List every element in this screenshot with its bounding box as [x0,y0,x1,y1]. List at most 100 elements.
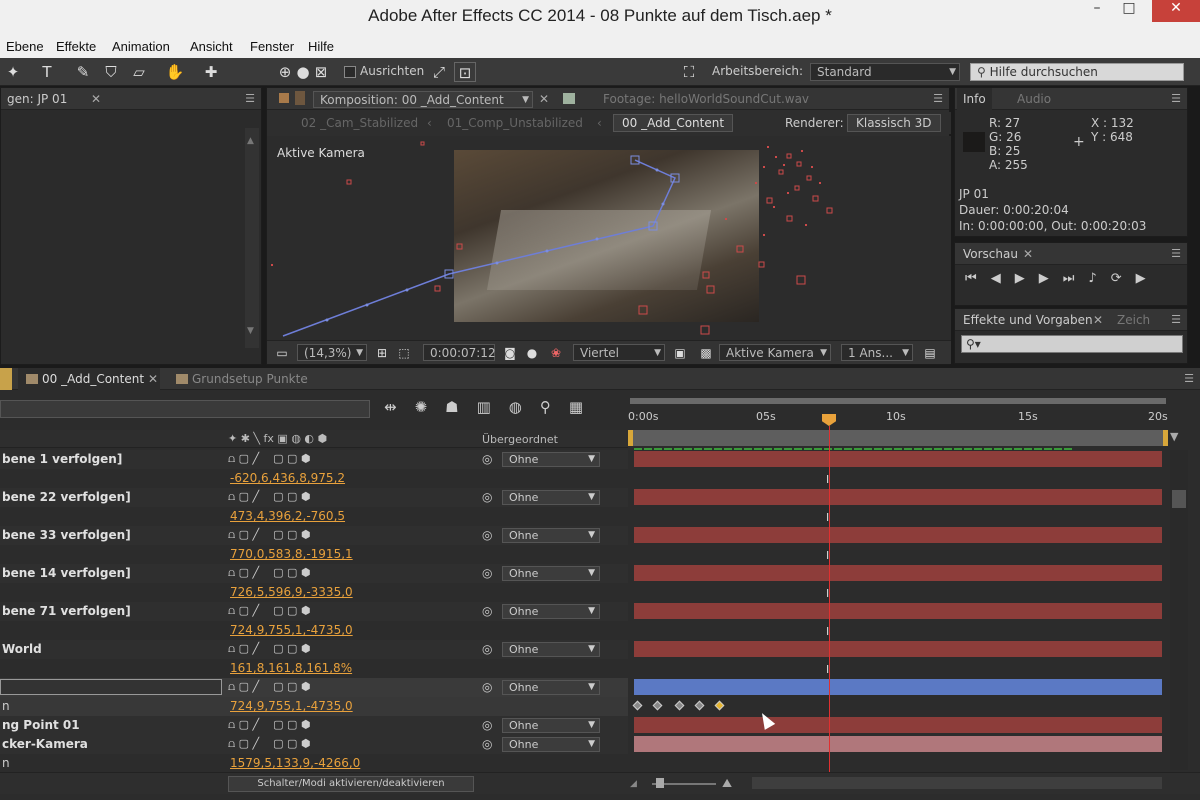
breadcrumb-item[interactable]: 01_Comp_Unstabilized [447,116,583,130]
layer-switches[interactable]: ⩍ ▢ ╱ ▢ ▢ ⬢ [228,452,311,466]
pickwhip-icon[interactable]: ◎ [482,737,492,751]
play-icon[interactable]: ▶ [1015,271,1039,286]
tab-zeich[interactable]: Zeich [1111,309,1156,331]
minimize-button[interactable]: – [1082,0,1112,22]
pickwhip-icon[interactable]: ◎ [482,680,492,694]
next-frame-icon[interactable]: ▶ [1039,271,1063,286]
menu-effekte[interactable]: Effekte [56,39,96,54]
roto-brush-icon[interactable]: ✋ [164,62,186,82]
color-channels-icon[interactable]: ❀ [545,343,567,363]
property-value[interactable]: 724,9,755,1,-4735,0 [230,623,353,637]
lock-icon[interactable] [279,93,289,103]
menu-animation[interactable]: Animation [112,39,170,54]
layer-duration-bar[interactable] [634,451,1162,467]
scroll-up-icon[interactable]: ▲ [247,136,254,146]
tab-grundsetup[interactable]: Grundsetup Punkte [168,368,308,390]
last-frame-icon[interactable]: ⏭ [1063,271,1089,286]
parent-select[interactable]: Ohne ▼ [502,718,600,733]
maximize-button[interactable]: □ [1114,0,1144,22]
scrollbar[interactable]: ▲ ▼ [245,128,259,348]
property-value[interactable]: 473,4,396,2,-760,5 [230,509,345,523]
timeline-scrollbar[interactable] [1170,450,1188,770]
horizontal-scrollbar[interactable] [752,777,1162,789]
pickwhip-icon[interactable]: ◎ [482,604,492,618]
pickwhip-icon[interactable]: ◎ [482,490,492,504]
menu-fenster[interactable]: Fenster [250,39,294,54]
shy-icon[interactable]: ☗ [445,398,476,416]
close-icon[interactable]: ✕ [148,372,158,386]
keyframe-diamond[interactable] [674,700,685,711]
region-icon[interactable]: ▭ [271,343,293,363]
close-icon[interactable]: ✕ [539,92,549,106]
ram-preview-icon[interactable]: ▶ [1136,271,1160,286]
transparency-icon[interactable]: ▩ [695,343,717,363]
layer-duration-bar[interactable] [634,736,1162,752]
menu-ebene[interactable]: Ebene [6,39,44,54]
parent-select[interactable]: Ohne ▼ [502,566,600,581]
tab-add-content[interactable]: 00 _Add_Content ✕ [18,368,160,390]
layer-name[interactable]: bene 33 verfolgen] [2,528,131,542]
parent-select[interactable]: Ohne ▼ [502,490,600,505]
property-value[interactable]: 726,5,596,9,-3335,0 [230,585,353,599]
layer-row[interactable]: bene 33 verfolgen] ⩍ ▢ ╱ ▢ ▢ ⬢ ◎ Ohne ▼ [0,526,628,545]
pickwhip-icon[interactable]: ◎ [482,528,492,542]
layer-duration-bar[interactable] [634,565,1162,581]
panel-menu-icon[interactable]: ☰ [1171,247,1181,260]
composition-select[interactable]: Komposition: 00 _Add_Content ▼ [313,91,533,108]
layer-switches[interactable]: ⩍ ▢ ╱ ▢ ▢ ⬢ [228,604,311,618]
parent-select[interactable]: Ohne ▼ [502,680,600,695]
layout-icon[interactable]: ▤ [919,343,941,363]
layer-name[interactable]: bene 22 verfolgen] [2,490,131,504]
resolution-select[interactable]: Viertel ▼ [573,344,665,361]
viewer-canvas[interactable]: Aktive Kamera [267,136,951,340]
eraser-tool-icon[interactable]: ▱ [128,62,150,82]
layer-duration-bar[interactable] [634,641,1162,657]
keyframe-diamond[interactable] [652,700,663,711]
prev-frame-icon[interactable]: ◀ [991,271,1015,286]
first-frame-icon[interactable]: ⏮ [965,271,991,286]
keyframe-diamond[interactable] [632,700,643,711]
panel-menu-icon[interactable]: ☰ [933,92,943,105]
pickwhip-icon[interactable]: ◎ [482,718,492,732]
effects-search-input[interactable]: ⚲▾ [961,335,1183,353]
menu-ansicht[interactable]: Ansicht [190,39,233,54]
breadcrumb-current[interactable]: 00 _Add_Content [613,114,734,132]
layer-row[interactable]: bene 1 verfolgen] ⩍ ▢ ╱ ▢ ▢ ⬢ ◎ Ohne ▼ [0,450,628,469]
layer-duration-bar[interactable] [634,527,1162,543]
work-area-start-handle[interactable] [628,430,633,446]
audio-icon[interactable]: ♪ [1088,271,1110,286]
pin-tool-icon[interactable]: ✚ [200,62,222,82]
layer-row[interactable]: World ⩍ ▢ ╱ ▢ ▢ ⬢ ◎ Ohne ▼ [0,640,628,659]
property-value[interactable]: 161,8,161,8,161,8% [230,661,352,675]
zoom-slider-thumb[interactable] [656,778,664,788]
layer-row[interactable]: ng Point 01 ⩍ ▢ ╱ ▢ ▢ ⬢ ◎ Ohne ▼ [0,716,628,735]
layer-name[interactable]: ng Point 01 [2,718,80,732]
brush-tool-icon[interactable]: ✎ [72,62,94,82]
layer-search-input[interactable] [0,400,370,418]
workspace-select[interactable]: Standard ▼ [810,63,960,81]
layer-name[interactable]: bene 71 verfolgen] [2,604,131,618]
parent-select[interactable]: Ohne ▼ [502,642,600,657]
motion-blur-icon[interactable]: ◍ [509,398,540,416]
panel-menu-icon[interactable]: ☰ [1171,92,1181,105]
zoom-out-icon[interactable]: ◢ [630,779,642,789]
parent-select[interactable]: Ohne ▼ [502,737,600,752]
layer-row[interactable]: cker-Kamera ⩍ ▢ ╱ ▢ ▢ ⬢ ◎ Ohne ▼ [0,735,628,754]
views-select[interactable]: 1 Ans... ▼ [841,344,913,361]
layer-duration-bar[interactable] [634,679,1162,695]
view-axis-icon[interactable]: ⊠ [310,62,332,82]
tab-audio[interactable]: Audio [1011,88,1057,110]
grid-icon[interactable]: ⊞ [371,343,393,363]
layer-name[interactable]: bene 1 verfolgen] [2,452,122,466]
layer-name[interactable]: cker-Kamera [2,737,88,751]
menu-hilfe[interactable]: Hilfe [308,39,334,54]
parent-select[interactable]: Ohne ▼ [502,604,600,619]
pickwhip-icon[interactable]: ◎ [482,566,492,580]
camera-view-select[interactable]: Aktive Kamera ▼ [719,344,831,361]
pickwhip-icon[interactable]: ◎ [482,452,492,466]
layer-switches[interactable]: ⩍ ▢ ╱ ▢ ▢ ⬢ [228,680,311,694]
layer-switches[interactable]: ⩍ ▢ ╱ ▢ ▢ ⬢ [228,642,311,656]
zoom-in-icon[interactable]: ⛰ [722,776,732,791]
frame-blending-icon[interactable]: ▥ [477,398,509,416]
layer-name[interactable]: World [2,642,42,656]
